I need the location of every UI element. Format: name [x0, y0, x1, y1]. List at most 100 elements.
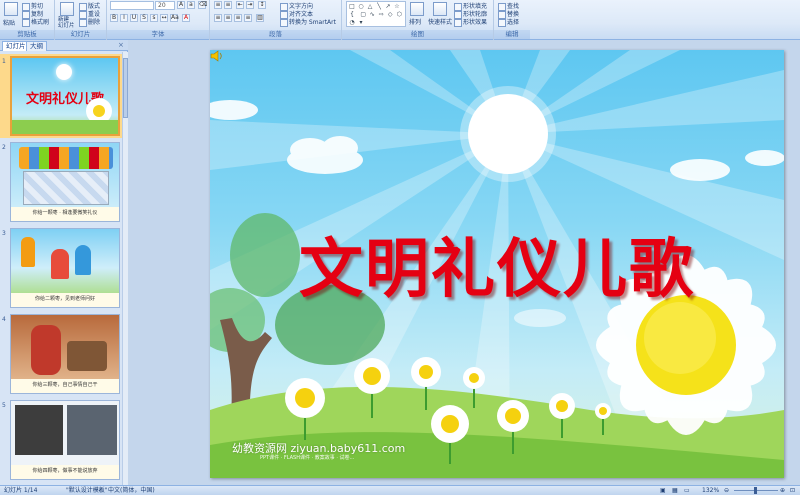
- thumbnail-row-4[interactable]: 4 你给三颗枣，自己事情自己干: [0, 312, 122, 396]
- shadow-icon[interactable]: s: [150, 14, 158, 22]
- scrollbar-thumb[interactable]: [123, 58, 128, 118]
- editing-label: 编辑: [494, 30, 530, 39]
- font-size-combo[interactable]: 20: [155, 1, 175, 10]
- close-icon[interactable]: ×: [118, 41, 124, 49]
- shape-effects-button[interactable]: 形状效果: [454, 17, 487, 27]
- thumbnail-row-1[interactable]: 1 文明礼仪儿歌: [0, 54, 122, 138]
- new-slide-button[interactable]: 新建 幻灯片: [58, 17, 75, 29]
- slide-title[interactable]: 文明礼仪儿歌: [210, 218, 784, 310]
- slide-workarea: 文明礼仪儿歌 幼教资源网 ziyuan.baby611.com PPT课件 · …: [129, 40, 800, 485]
- font-name-combo[interactable]: [110, 1, 154, 10]
- thumbnail-slide-2[interactable]: 你给一颗枣 · 相逢要微笑礼仪: [10, 142, 120, 222]
- oval-shape-icon[interactable]: ○: [357, 3, 365, 10]
- triangle-shape-icon[interactable]: △: [366, 3, 374, 10]
- new-slide-icon[interactable]: [60, 2, 74, 16]
- rounded-rect-shape-icon[interactable]: ▢: [359, 11, 367, 18]
- normal-view-icon[interactable]: ▣: [660, 486, 666, 495]
- change-case-icon[interactable]: Aa: [170, 14, 179, 22]
- star-shape-icon[interactable]: ☆: [393, 3, 401, 10]
- font-color-icon[interactable]: A: [182, 14, 190, 22]
- zoom-in-icon[interactable]: ⊕: [780, 486, 785, 495]
- quick-styles-icon[interactable]: [433, 2, 447, 16]
- zoom-slider-thumb[interactable]: [754, 487, 757, 494]
- select-button[interactable]: 选择: [498, 17, 519, 27]
- paste-button[interactable]: 粘贴: [3, 18, 15, 27]
- zoom-out-icon[interactable]: ⊖: [724, 486, 729, 495]
- slide-counter: 幻灯片 1/14: [4, 487, 38, 494]
- bullets-icon[interactable]: ≡: [214, 1, 222, 9]
- photo-background: [67, 341, 107, 371]
- grow-font-icon[interactable]: A: [177, 1, 185, 9]
- columns-icon[interactable]: ▥: [256, 14, 264, 22]
- delete-slide-button[interactable]: 删除: [79, 17, 100, 27]
- spacing-icon[interactable]: ↔: [160, 14, 168, 22]
- italic-icon[interactable]: I: [120, 14, 128, 22]
- justify-icon[interactable]: ≡: [244, 14, 252, 22]
- thumbnail-slide-5[interactable]: 你给四颗枣，做事不能说放弃: [10, 400, 120, 480]
- slideshow-view-icon[interactable]: ▭: [684, 486, 690, 495]
- underline-icon[interactable]: U: [130, 14, 138, 22]
- font-label: 字体: [107, 30, 209, 39]
- thumbnail-caption: 你给三颗枣，自己事情自己干: [11, 379, 119, 393]
- thumbnail-slide-3[interactable]: 你给二颗枣，见到老师问好: [10, 228, 120, 308]
- brush-icon: [22, 18, 30, 27]
- more-shapes-icon[interactable]: ▾: [357, 19, 365, 26]
- hexagon-shape-icon[interactable]: ⬡: [395, 11, 403, 18]
- fit-window-icon[interactable]: ⊡: [790, 486, 795, 495]
- ribbon: 粘贴 剪切 复制 格式刷 剪贴板 新建 幻灯片 版式 重设 删除 幻灯片 20 …: [0, 0, 800, 40]
- child-figure: [21, 237, 35, 267]
- clear-format-icon[interactable]: ⌫: [198, 1, 207, 9]
- speaker-icon[interactable]: [210, 50, 224, 62]
- decrease-indent-icon[interactable]: ⇤: [236, 1, 244, 9]
- font-group: 20 A a ⌫ B I U S s ↔ Aa A 字体: [107, 0, 210, 40]
- line-spacing-icon[interactable]: ↕: [258, 1, 266, 9]
- grass-hill: [12, 120, 118, 134]
- thumbnail-scrollbar[interactable]: [122, 52, 128, 485]
- increase-indent-icon[interactable]: ⇥: [246, 1, 254, 9]
- strikethrough-icon[interactable]: S: [140, 14, 148, 22]
- status-bar: 幻灯片 1/14 "默认设计模板" ✓ 中文(简体，中国) ▣ ▦ ▭ 132%…: [0, 485, 800, 495]
- delete-icon: [79, 18, 87, 27]
- photo-right: [67, 405, 117, 455]
- paste-icon[interactable]: [4, 2, 18, 16]
- diamond-shape-icon[interactable]: ◇: [386, 11, 394, 18]
- thumbnail-row-3[interactable]: 3 你给二颗枣，见到老师问好: [0, 226, 122, 310]
- thumbnail-slide-4[interactable]: 你给三颗枣，自己事情自己干: [10, 314, 120, 394]
- line-shape-icon[interactable]: ╲: [375, 3, 383, 10]
- format-painter-button[interactable]: 格式刷: [22, 17, 49, 27]
- arrow-shape-icon[interactable]: ↗: [384, 3, 392, 10]
- thumbnail-slide-1[interactable]: 文明礼仪儿歌: [10, 56, 120, 136]
- bold-icon[interactable]: B: [110, 14, 118, 22]
- shrink-font-icon[interactable]: a: [187, 1, 195, 9]
- rectangle-shape-icon[interactable]: □: [348, 3, 356, 10]
- thumbnail-number: 5: [2, 402, 6, 409]
- thumbnail-row-2[interactable]: 2 你给一颗枣 · 相逢要微笑礼仪: [0, 140, 122, 224]
- arrange-button[interactable]: 排列: [409, 17, 421, 26]
- tab-outline[interactable]: 大纲: [26, 41, 47, 51]
- cards-illustration: [23, 171, 109, 205]
- language-indicator[interactable]: 中文(简体，中国): [108, 486, 155, 495]
- thumbnail-number: 4: [2, 316, 6, 323]
- align-center-icon[interactable]: ≡: [224, 14, 232, 22]
- align-left-icon[interactable]: ≡: [214, 14, 222, 22]
- right-arrow-shape-icon[interactable]: ⇨: [377, 11, 385, 18]
- slide-canvas[interactable]: 文明礼仪儿歌 幼教资源网 ziyuan.baby611.com PPT课件 · …: [210, 50, 784, 478]
- align-right-icon[interactable]: ≡: [234, 14, 242, 22]
- spellcheck-icon[interactable]: ✓: [98, 486, 103, 495]
- sorter-view-icon[interactable]: ▦: [672, 486, 678, 495]
- brace-shape-icon[interactable]: {: [348, 11, 356, 18]
- callout-shape-icon[interactable]: ◔: [348, 19, 356, 26]
- zoom-level[interactable]: 132%: [702, 486, 719, 495]
- shapes-gallery[interactable]: □ ○ △ ╲ ↗ ☆ { ▢ ∿ ⇨ ◇ ⬡ ◔ ▾: [346, 1, 406, 27]
- photo-left: [15, 405, 63, 455]
- curve-shape-icon[interactable]: ∿: [368, 11, 376, 18]
- quick-styles-button[interactable]: 快速样式: [428, 17, 452, 26]
- convert-smartart-button[interactable]: 转换为 SmartArt: [280, 17, 336, 27]
- drawing-label: 绘图: [342, 30, 493, 39]
- watermark-subtext: PPT课件 · FLASH课件 · 教案故事 · 试卷...: [260, 455, 355, 461]
- slides-panel: 幻灯片 大纲 × 1 文明礼仪儿歌 2 你给一颗枣 · 相逢要微笑礼仪 3 你给…: [0, 40, 128, 485]
- numbering-icon[interactable]: ≡: [224, 1, 232, 9]
- sun-icon: [56, 64, 72, 80]
- thumbnail-row-5[interactable]: 5 你给四颗枣，做事不能说放弃: [0, 398, 122, 482]
- arrange-icon[interactable]: [410, 2, 424, 16]
